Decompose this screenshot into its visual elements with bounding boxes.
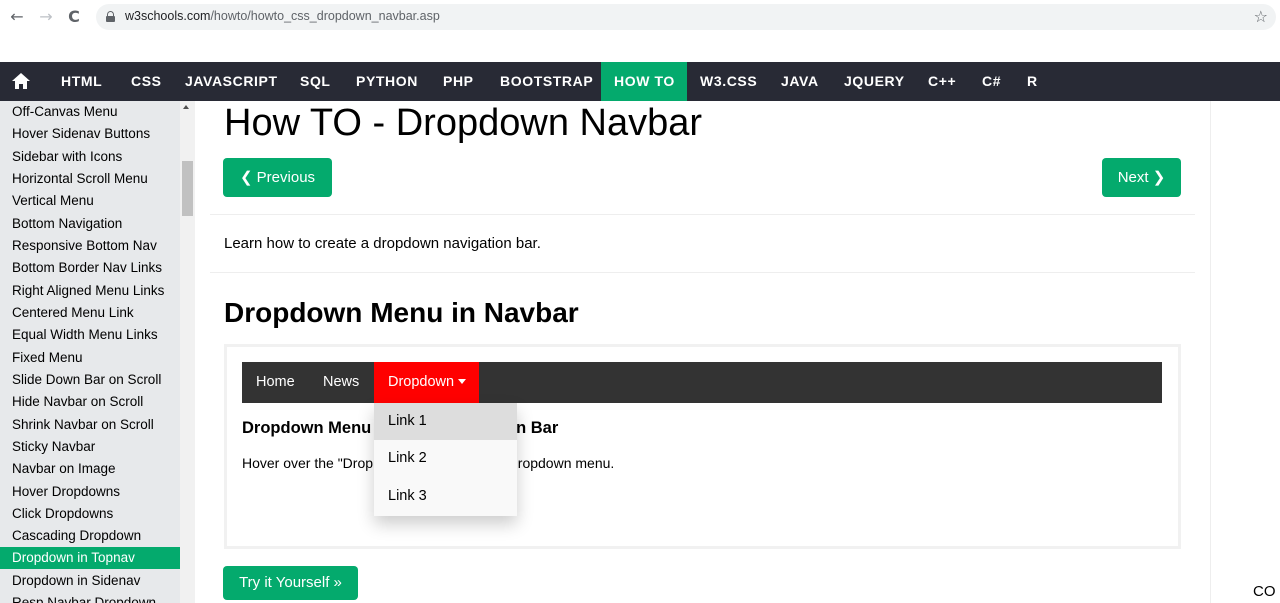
sidebar-item-dropdown-in-topnav[interactable]: Dropdown in Topnav [0, 547, 180, 569]
demo-paragraph-right: dropdown menu. [510, 455, 615, 471]
demo-paragraph-left: Hover over the "Drop [242, 455, 374, 471]
topnav-w3css[interactable]: W3.CSS [687, 62, 770, 101]
sidebar-item-sidebar-with-icons[interactable]: Sidebar with Icons [0, 146, 180, 168]
sidebar-scrollbar[interactable] [180, 101, 195, 603]
sidebar-item-click-dropdowns[interactable]: Click Dropdowns [0, 503, 180, 525]
sidebar: Off-Canvas Menu Hover Sidenav Buttons Si… [0, 101, 180, 603]
section-title: Dropdown Menu in Navbar [224, 297, 579, 328]
url-path: /howto/howto_css_dropdown_navbar.asp [210, 9, 440, 23]
previous-button[interactable]: ❮ Previous [223, 158, 332, 197]
dropdown-link-2[interactable]: Link 2 [374, 440, 517, 477]
top-navigation: HTML CSS JAVASCRIPT SQL PYTHON PHP BOOTS… [0, 62, 1280, 101]
topnav-r[interactable]: R [1014, 62, 1051, 101]
topnav-java[interactable]: JAVA [768, 62, 832, 101]
right-panel [1210, 101, 1280, 603]
home-icon[interactable] [11, 73, 31, 90]
caret-down-icon [458, 378, 467, 384]
lock-icon[interactable] [106, 11, 115, 22]
sidebar-item-sticky-navbar[interactable]: Sticky Navbar [0, 436, 180, 458]
topnav-jquery[interactable]: JQUERY [831, 62, 918, 101]
demo-nav-home[interactable]: Home [242, 362, 309, 403]
sidebar-item-fixed-menu[interactable]: Fixed Menu [0, 347, 180, 369]
demo-nav-dropdown-label: Dropdown [388, 374, 455, 390]
demo-heading: Dropdown Menu on Bar [242, 419, 558, 438]
sidebar-item-cascading-dropdown[interactable]: Cascading Dropdown [0, 525, 180, 547]
reload-icon[interactable]: C [63, 6, 85, 28]
address-bar[interactable]: w3schools.com/howto/howto_css_dropdown_n… [96, 4, 1276, 30]
topnav-php[interactable]: PHP [430, 62, 487, 101]
page-title: How TO - Dropdown Navbar [224, 102, 703, 144]
sidebar-item-navbar-on-image[interactable]: Navbar on Image [0, 458, 180, 480]
dropdown-link-1[interactable]: Link 1 [374, 403, 517, 440]
next-button[interactable]: Next ❯ [1102, 158, 1181, 197]
sidebar-item-hide-navbar-on-scroll[interactable]: Hide Navbar on Scroll [0, 391, 180, 413]
forward-arrow-icon[interactable]: → [35, 6, 57, 28]
sidebar-item-right-aligned-menu-links[interactable]: Right Aligned Menu Links [0, 280, 180, 302]
bookmark-star-icon[interactable]: ☆ [1254, 7, 1268, 26]
sidebar-item-centered-menu-link[interactable]: Centered Menu Link [0, 302, 180, 324]
sidebar-item-horizontal-scroll-menu[interactable]: Horizontal Scroll Menu [0, 168, 180, 190]
demo-navbar: Home News Dropdown [242, 362, 1162, 403]
divider [210, 272, 1195, 273]
back-arrow-icon[interactable]: ← [6, 6, 28, 28]
intro-text: Learn how to create a dropdown navigatio… [224, 235, 541, 252]
topnav-csharp[interactable]: C# [969, 62, 1014, 101]
sidebar-item-shrink-navbar-on-scroll[interactable]: Shrink Navbar on Scroll [0, 414, 180, 436]
topnav-cpp[interactable]: C++ [915, 62, 969, 101]
topnav-html[interactable]: HTML [48, 62, 115, 101]
try-it-yourself-button[interactable]: Try it Yourself » [223, 566, 358, 600]
topnav-css[interactable]: CSS [118, 62, 175, 101]
sidebar-item-responsive-bottom-nav[interactable]: Responsive Bottom Nav [0, 235, 180, 257]
sidebar-item-off-canvas-menu[interactable]: Off-Canvas Menu [0, 101, 180, 123]
demo-nav-news[interactable]: News [309, 362, 373, 403]
dropdown-menu: Link 1 Link 2 Link 3 [374, 403, 517, 516]
sidebar-item-bottom-border-nav-links[interactable]: Bottom Border Nav Links [0, 257, 180, 279]
scroll-up-arrow-icon[interactable] [183, 105, 189, 109]
url-text[interactable]: w3schools.com/howto/howto_css_dropdown_n… [125, 9, 440, 23]
sidebar-item-vertical-menu[interactable]: Vertical Menu [0, 190, 180, 212]
sidebar-item-dropdown-in-sidenav[interactable]: Dropdown in Sidenav [0, 570, 180, 592]
topnav-python[interactable]: PYTHON [343, 62, 431, 101]
topnav-bootstrap[interactable]: BOOTSTRAP [487, 62, 606, 101]
sidebar-item-equal-width-menu-links[interactable]: Equal Width Menu Links [0, 324, 180, 346]
url-host: w3schools.com [125, 9, 211, 23]
sidebar-item-hover-dropdowns[interactable]: Hover Dropdowns [0, 481, 180, 503]
scroll-thumb[interactable] [182, 161, 193, 216]
sidebar-item-bottom-navigation[interactable]: Bottom Navigation [0, 213, 180, 235]
edge-text: CO [1253, 583, 1276, 600]
demo-nav-dropdown[interactable]: Dropdown [374, 362, 479, 403]
sidebar-item-slide-down-bar-on-scroll[interactable]: Slide Down Bar on Scroll [0, 369, 180, 391]
browser-chrome: ← → C w3schools.com/howto/howto_css_drop… [0, 0, 1280, 62]
topnav-how-to[interactable]: HOW TO [601, 62, 687, 101]
dropdown-link-3[interactable]: Link 3 [374, 478, 517, 515]
sidebar-item-hover-sidenav-buttons[interactable]: Hover Sidenav Buttons [0, 123, 180, 145]
topnav-javascript[interactable]: JAVASCRIPT [172, 62, 291, 101]
demo-paragraph: Hover over the "Drop dropdown menu. [242, 455, 614, 471]
sidebar-item-resp-navbar-dropdown[interactable]: Resp Navbar Dropdown [0, 592, 180, 603]
topnav-sql[interactable]: SQL [287, 62, 344, 101]
divider [210, 214, 1195, 215]
demo-heading-left: Dropdown Menu [242, 419, 372, 437]
